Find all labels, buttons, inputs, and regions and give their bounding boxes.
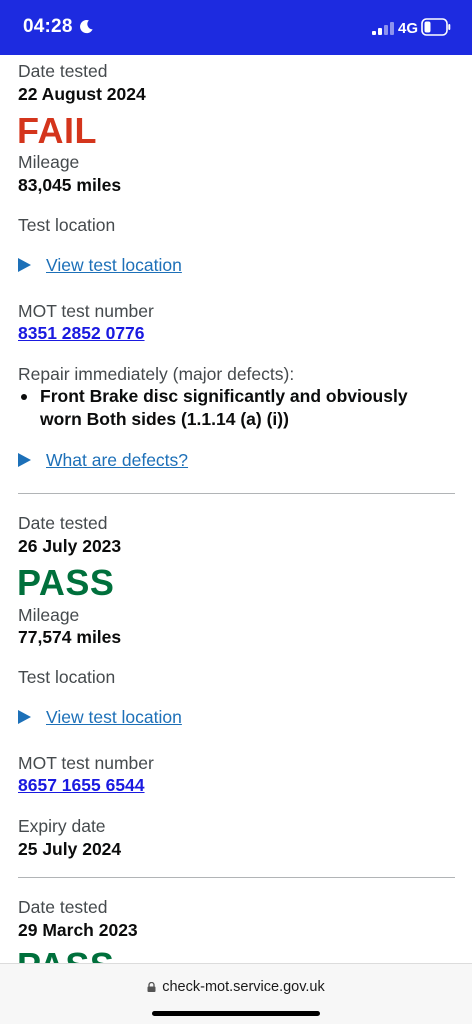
mot-test-number-link[interactable]: 8657 1655 6544 bbox=[18, 775, 145, 796]
mot-history: Date tested 22 August 2024 FAIL Mileage … bbox=[0, 55, 472, 963]
date-tested-value: 29 March 2023 bbox=[18, 920, 138, 940]
moon-icon bbox=[80, 20, 93, 34]
signal-icon bbox=[372, 22, 394, 35]
expand-triangle-icon[interactable] bbox=[18, 258, 31, 272]
test-result-pass: PASS bbox=[17, 945, 114, 963]
network-label: 4G bbox=[398, 20, 419, 37]
view-test-location-link[interactable]: View test location bbox=[46, 255, 182, 276]
address-bar[interactable]: check-mot.service.gov.uk bbox=[0, 979, 472, 995]
mot-test-number-link[interactable]: 8351 2852 0776 bbox=[18, 323, 145, 344]
expiry-date-value: 25 July 2024 bbox=[18, 839, 122, 859]
home-indicator[interactable] bbox=[152, 1011, 320, 1016]
mot-test-number-label: MOT test number bbox=[18, 301, 154, 321]
date-tested-label: Date tested bbox=[18, 897, 108, 917]
lock-icon bbox=[147, 982, 156, 992]
expand-triangle-icon[interactable] bbox=[18, 710, 31, 724]
date-tested-value: 26 July 2023 bbox=[18, 536, 122, 556]
mileage-label: Mileage bbox=[18, 152, 80, 172]
section-divider bbox=[18, 493, 455, 494]
expand-triangle-icon[interactable] bbox=[18, 453, 31, 467]
what-are-defects-link[interactable]: What are defects? bbox=[46, 450, 188, 471]
test-result-pass: PASS bbox=[17, 562, 115, 603]
date-tested-value: 22 August 2024 bbox=[18, 84, 146, 104]
test-location-label: Test location bbox=[18, 667, 116, 687]
mot-test-number-label: MOT test number bbox=[18, 753, 154, 773]
status-time: 04:28 bbox=[23, 16, 73, 37]
repair-immediately-label: Repair immediately (major defects): bbox=[18, 364, 295, 384]
url-text: check-mot.service.gov.uk bbox=[162, 979, 325, 995]
browser-bottom-bar: check-mot.service.gov.uk bbox=[0, 963, 472, 1024]
test-location-label: Test location bbox=[18, 215, 116, 235]
section-divider bbox=[18, 877, 455, 878]
defect-item: Front Brake disc significantly and obvio… bbox=[40, 386, 408, 429]
battery-icon bbox=[421, 18, 451, 36]
date-tested-label: Date tested bbox=[18, 61, 108, 81]
test-result-fail: FAIL bbox=[17, 110, 97, 151]
status-bar: 04:28 4G bbox=[0, 0, 472, 55]
bullet-icon bbox=[21, 394, 27, 400]
mileage-value: 77,574 miles bbox=[18, 627, 122, 647]
view-test-location-link[interactable]: View test location bbox=[46, 707, 182, 728]
mileage-label: Mileage bbox=[18, 605, 80, 625]
expiry-date-label: Expiry date bbox=[18, 816, 106, 836]
date-tested-label: Date tested bbox=[18, 513, 108, 533]
mileage-value: 83,045 miles bbox=[18, 175, 122, 195]
